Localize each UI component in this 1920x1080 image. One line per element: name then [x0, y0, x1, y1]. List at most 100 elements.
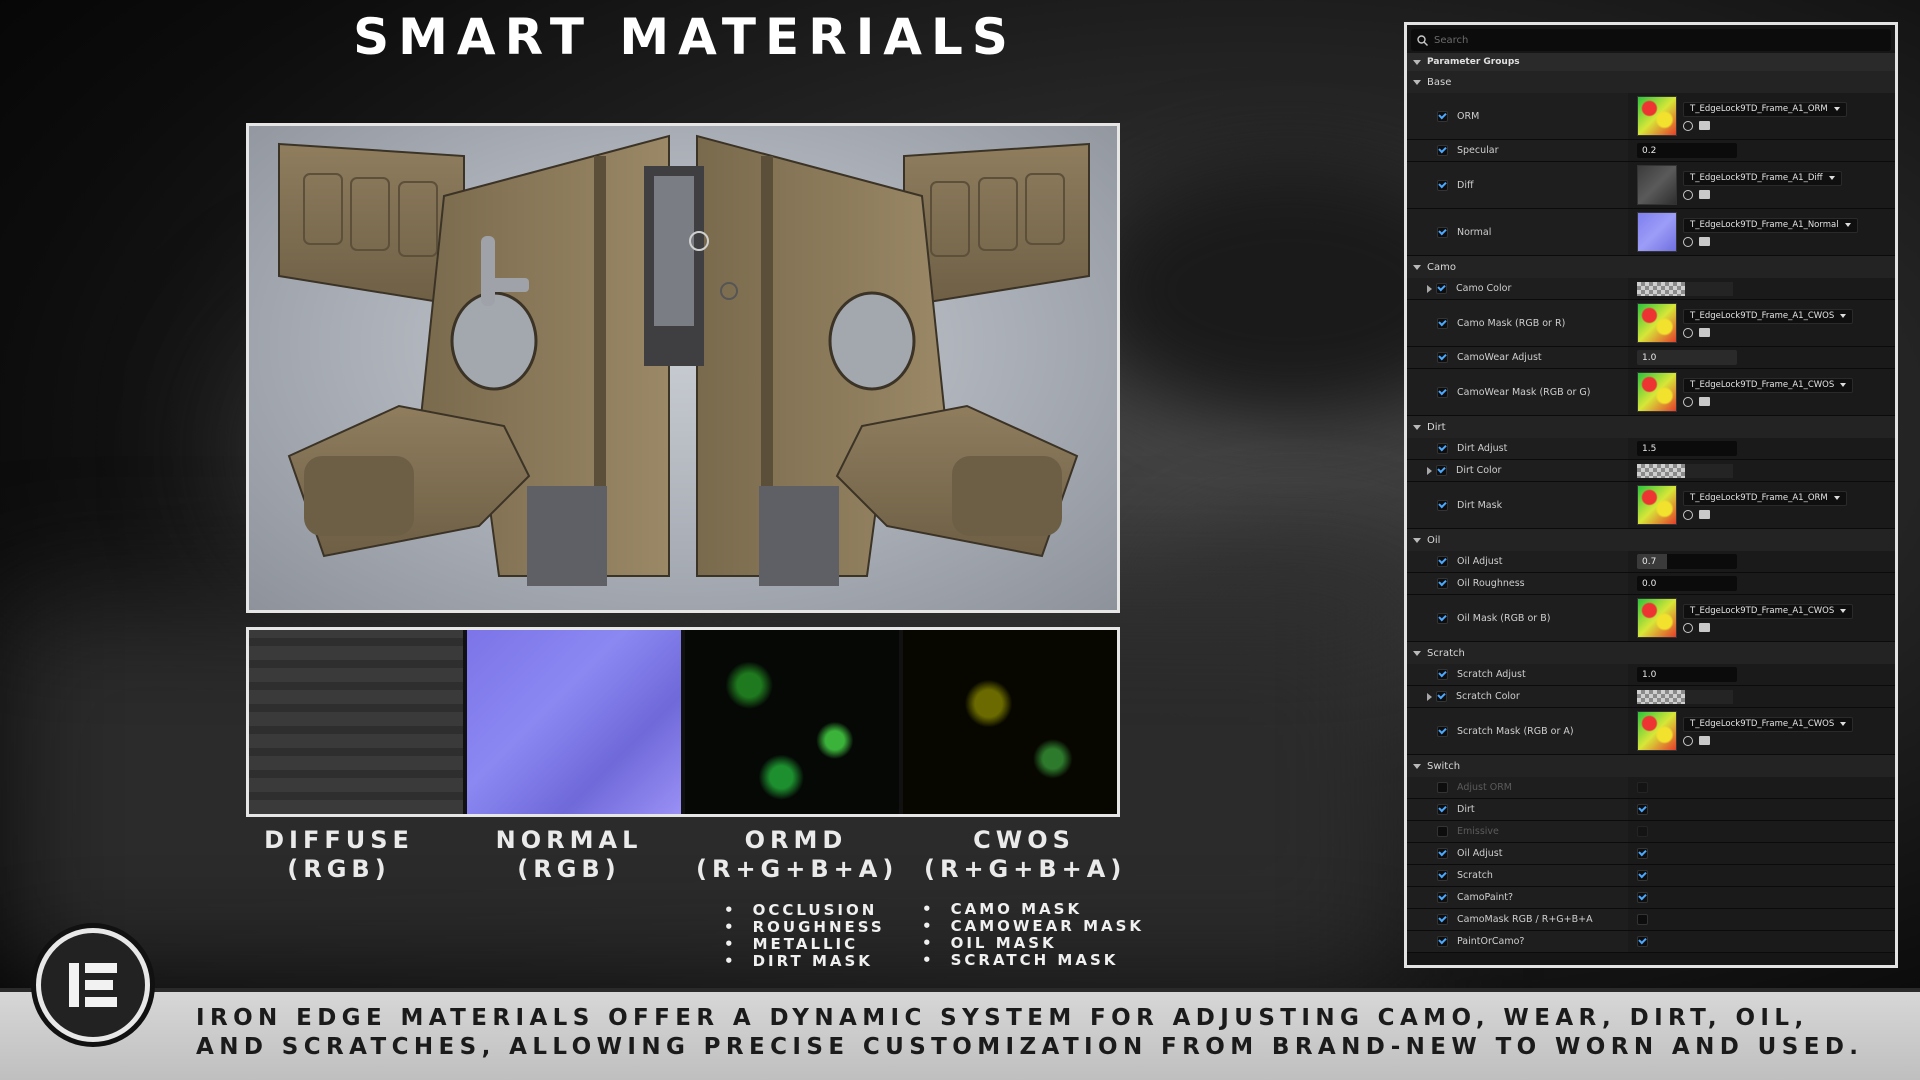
- texture-asset-dropdown[interactable]: T_EdgeLock9TD_Frame_A1_ORM: [1683, 101, 1847, 117]
- param-checkbox[interactable]: [1437, 892, 1448, 903]
- browse-folder-icon[interactable]: [1699, 190, 1710, 199]
- param-checkbox[interactable]: [1437, 499, 1448, 511]
- texture-asset-dropdown[interactable]: T_EdgeLock9TD_Frame_A1_Normal: [1683, 217, 1858, 233]
- reset-arrow-icon[interactable]: [1683, 735, 1693, 746]
- texture-thumbnail[interactable]: [1637, 485, 1677, 525]
- texture-asset-dropdown[interactable]: T_EdgeLock9TD_Frame_A1_CWOS: [1683, 603, 1854, 619]
- param-checkbox[interactable]: [1436, 691, 1447, 702]
- value-input[interactable]: 0.7: [1637, 554, 1737, 569]
- group-header-dirt[interactable]: Dirt: [1407, 416, 1895, 438]
- switch-value-checkbox[interactable]: [1637, 936, 1648, 947]
- param-checkbox[interactable]: [1436, 283, 1447, 294]
- param-checkbox[interactable]: [1437, 914, 1448, 925]
- param-checkbox[interactable]: [1437, 669, 1448, 680]
- param-checkbox[interactable]: [1437, 936, 1448, 947]
- param-row-camo-mask: Camo Mask (RGB or R) T_EdgeLock9TD_Frame…: [1407, 300, 1895, 347]
- switch-value-checkbox[interactable]: [1637, 782, 1648, 793]
- texture-asset-dropdown[interactable]: T_EdgeLock9TD_Frame_A1_CWOS: [1683, 308, 1854, 324]
- value-input[interactable]: 1.0: [1637, 667, 1737, 682]
- reset-arrow-icon[interactable]: [1683, 236, 1693, 247]
- param-checkbox[interactable]: [1437, 317, 1448, 329]
- group-label: Oil: [1427, 534, 1441, 546]
- param-checkbox[interactable]: [1437, 870, 1448, 881]
- switch-value-checkbox[interactable]: [1637, 804, 1648, 815]
- texture-asset-dropdown[interactable]: T_EdgeLock9TD_Frame_A1_CWOS: [1683, 377, 1854, 393]
- chevron-right-icon[interactable]: [1427, 466, 1432, 475]
- color-swatch[interactable]: [1637, 463, 1685, 478]
- group-header-base[interactable]: Base: [1407, 71, 1895, 93]
- browse-folder-icon[interactable]: [1699, 623, 1710, 632]
- group-label: Camo: [1427, 261, 1456, 273]
- browse-folder-icon[interactable]: [1699, 121, 1710, 130]
- switch-value-checkbox[interactable]: [1637, 826, 1648, 837]
- value-input[interactable]: 0.0: [1637, 576, 1737, 591]
- reset-arrow-icon[interactable]: [1683, 509, 1693, 520]
- group-header-oil[interactable]: Oil: [1407, 529, 1895, 551]
- param-row-scratch-color: Scratch Color: [1407, 686, 1895, 708]
- chevron-right-icon[interactable]: [1427, 692, 1432, 701]
- color-swatch[interactable]: [1637, 689, 1685, 704]
- param-checkbox[interactable]: [1437, 226, 1448, 238]
- chevron-down-icon: [1840, 722, 1847, 726]
- param-checkbox[interactable]: [1437, 110, 1448, 122]
- reset-arrow-icon[interactable]: [1683, 622, 1693, 633]
- browse-folder-icon[interactable]: [1699, 510, 1710, 519]
- texture-asset-dropdown[interactable]: T_EdgeLock9TD_Frame_A1_CWOS: [1683, 716, 1854, 732]
- param-checkbox[interactable]: [1437, 848, 1448, 859]
- param-checkbox[interactable]: [1437, 826, 1448, 837]
- texture-thumbnail[interactable]: [1637, 372, 1677, 412]
- param-checkbox[interactable]: [1436, 465, 1447, 476]
- chevron-down-icon: [1413, 537, 1421, 543]
- value-input[interactable]: 1.5: [1637, 441, 1737, 456]
- reset-arrow-icon[interactable]: [1683, 327, 1693, 338]
- parameter-groups-header[interactable]: Parameter Groups: [1407, 53, 1895, 71]
- texture-thumbnail[interactable]: [1637, 598, 1677, 638]
- value-input[interactable]: 1.0: [1637, 350, 1737, 365]
- texture-asset-dropdown[interactable]: T_EdgeLock9TD_Frame_A1_Diff: [1683, 170, 1842, 186]
- param-row-scratch-adjust: Scratch Adjust 1.0: [1407, 664, 1895, 686]
- browse-folder-icon[interactable]: [1699, 736, 1710, 745]
- group-header-camo[interactable]: Camo: [1407, 256, 1895, 278]
- param-checkbox[interactable]: [1437, 578, 1448, 589]
- texture-thumbnail[interactable]: [1637, 711, 1677, 751]
- reset-arrow-icon[interactable]: [1683, 120, 1693, 131]
- group-header-switch[interactable]: Switch: [1407, 755, 1895, 777]
- param-checkbox[interactable]: [1437, 352, 1448, 363]
- param-checkbox[interactable]: [1437, 804, 1448, 815]
- chevron-right-icon[interactable]: [1427, 284, 1432, 293]
- texture-thumbnail[interactable]: [1637, 96, 1677, 136]
- param-checkbox[interactable]: [1437, 443, 1448, 454]
- switch-value-checkbox[interactable]: [1637, 892, 1648, 903]
- search-input[interactable]: Search: [1411, 29, 1891, 51]
- param-checkbox[interactable]: [1437, 386, 1448, 398]
- param-checkbox[interactable]: [1437, 145, 1448, 156]
- group-header-scratch[interactable]: Scratch: [1407, 642, 1895, 664]
- param-checkbox[interactable]: [1437, 556, 1448, 567]
- param-label: Normal: [1457, 226, 1492, 238]
- chevron-down-icon: [1840, 314, 1847, 318]
- param-checkbox[interactable]: [1437, 782, 1448, 793]
- color-swatch-alpha: [1685, 689, 1733, 704]
- reset-arrow-icon[interactable]: [1683, 396, 1693, 407]
- texture-thumbnail[interactable]: [1637, 212, 1677, 252]
- switch-value-checkbox[interactable]: [1637, 914, 1648, 925]
- group-label: Dirt: [1427, 421, 1446, 433]
- texture-asset-dropdown[interactable]: T_EdgeLock9TD_Frame_A1_ORM: [1683, 490, 1847, 506]
- browse-folder-icon[interactable]: [1699, 397, 1710, 406]
- chevron-down-icon: [1840, 383, 1847, 387]
- reset-arrow-icon[interactable]: [1683, 189, 1693, 200]
- cwos-channel-list: CAMO MASK CAMOWEAR MASK OIL MASK SCRATCH…: [922, 901, 1144, 969]
- switch-value-checkbox[interactable]: [1637, 848, 1648, 859]
- switch-value-checkbox[interactable]: [1637, 870, 1648, 881]
- param-checkbox[interactable]: [1437, 612, 1448, 624]
- color-swatch[interactable]: [1637, 281, 1685, 296]
- texture-thumbnail[interactable]: [1637, 303, 1677, 343]
- texture-thumbnail[interactable]: [1637, 165, 1677, 205]
- browse-folder-icon[interactable]: [1699, 328, 1710, 337]
- browse-folder-icon[interactable]: [1699, 237, 1710, 246]
- param-checkbox[interactable]: [1437, 725, 1448, 737]
- value-input[interactable]: 0.2: [1637, 143, 1737, 158]
- switch-row-paint-or-camo: PaintOrCamo?: [1407, 931, 1895, 953]
- param-row-camowear-adjust: CamoWear Adjust 1.0: [1407, 347, 1895, 369]
- param-checkbox[interactable]: [1437, 179, 1448, 191]
